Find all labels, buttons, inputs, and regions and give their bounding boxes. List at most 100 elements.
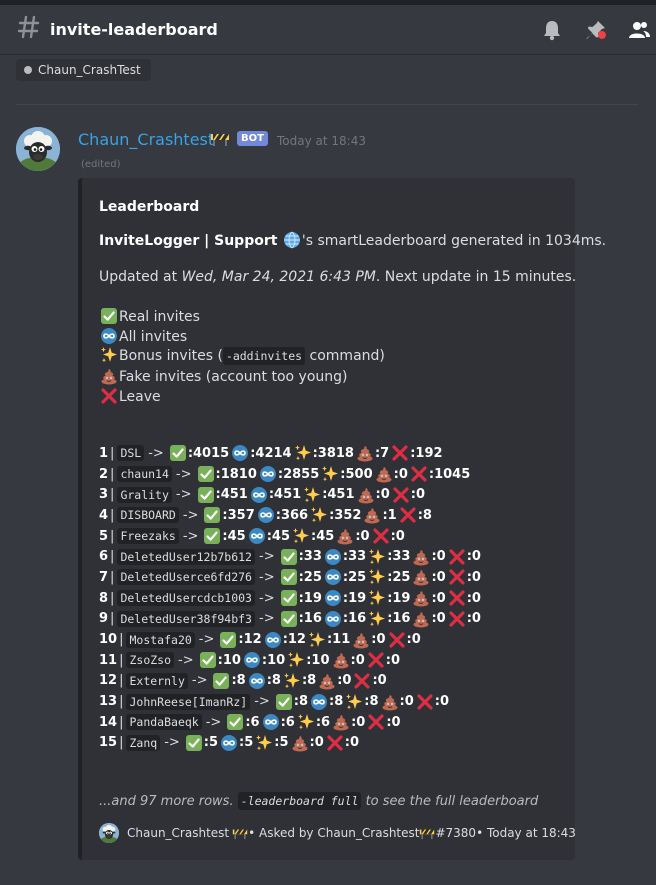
embed-title: Leaderboard xyxy=(99,199,200,215)
construction-barrier-icon xyxy=(232,827,248,840)
poop-icon xyxy=(375,465,393,483)
leaderboard-row: 12 | Externly ->:8:8:8:0:0 xyxy=(99,671,482,692)
row-real-count: :12 xyxy=(238,632,262,648)
infinity-icon xyxy=(310,693,328,711)
row-leave-count: :0 xyxy=(406,632,421,648)
row-separator: | xyxy=(110,507,115,523)
row-leave-count: :0 xyxy=(434,694,450,710)
check-mark-icon xyxy=(203,527,221,545)
row-rank: 1 xyxy=(99,445,109,461)
row-separator: | xyxy=(119,694,124,710)
row-separator: | xyxy=(119,652,124,668)
row-rank: 8 xyxy=(99,590,109,606)
sparkles-icon xyxy=(100,346,118,364)
row-arrow: -> xyxy=(175,487,192,503)
row-rank: 4 xyxy=(99,507,109,523)
row-all-count: :8 xyxy=(329,694,344,710)
pinned-messages-icon[interactable] xyxy=(585,19,607,41)
row-username: JohnReese[ImanRz] xyxy=(126,693,251,710)
row-fake-count: :1 xyxy=(382,507,397,523)
cross-mark-icon xyxy=(367,651,385,669)
row-fake-count: :0 xyxy=(375,487,390,503)
row-rank: 11 xyxy=(99,652,118,668)
row-leave-count: :192 xyxy=(410,445,443,461)
row-rank: 3 xyxy=(99,487,109,503)
infinity-icon xyxy=(257,506,275,524)
message-timestamp[interactable]: Today at 18:43 xyxy=(277,134,366,148)
row-bonus-count: :45 xyxy=(311,528,335,544)
leaderboard-row: 10 | Mostafa20 ->:12:12:11:0:0 xyxy=(99,629,482,650)
leaderboard-embed: Leaderboard InviteLogger | Support 's sm… xyxy=(78,178,606,860)
updated-suffix: . Next update in 15 minutes. xyxy=(375,269,577,285)
channel-header: invite-leaderboard xyxy=(0,5,656,55)
row-bonus-count: :500 xyxy=(340,466,373,482)
infinity-icon xyxy=(248,672,266,690)
row-fake-count: :0 xyxy=(431,549,446,565)
cross-mark-icon xyxy=(372,527,390,545)
row-real-count: :8 xyxy=(231,673,246,689)
row-username: ZsoZso xyxy=(126,652,175,669)
row-fake-count: :0 xyxy=(337,673,352,689)
leaderboard-row: 13 | JohnReese[ImanRz] ->:8:8:8:0:0 xyxy=(99,691,482,712)
row-all-count: :45 xyxy=(266,528,291,544)
updated-prefix: Updated at xyxy=(99,269,182,285)
author-username[interactable]: Chaun_Crashtest xyxy=(78,130,214,149)
row-all-count: :19 xyxy=(342,590,367,606)
row-username: Grality xyxy=(117,486,172,503)
row-separator: | xyxy=(110,466,115,482)
row-leave-count: :0 xyxy=(466,549,481,565)
row-leave-count: :0 xyxy=(466,611,481,627)
row-leave-count: :0 xyxy=(385,652,401,668)
cross-mark-icon xyxy=(448,589,466,607)
row-bonus-count: :19 xyxy=(387,590,411,606)
cross-mark-icon xyxy=(326,734,344,752)
legend-real-label: Real invites xyxy=(119,309,200,325)
check-mark-icon xyxy=(100,307,118,325)
embed-generated-line: InviteLogger | Support 's smartLeaderboa… xyxy=(99,231,606,249)
legend-real: Real invites xyxy=(99,307,200,325)
cross-mark-icon xyxy=(367,713,385,731)
row-rank: 15 xyxy=(99,735,118,751)
row-fake-count: :0 xyxy=(431,611,446,627)
leaderboard-full-command: -leaderboard full xyxy=(237,792,362,810)
row-arrow: -> xyxy=(259,569,275,585)
infinity-icon xyxy=(264,631,282,649)
cross-mark-icon xyxy=(100,387,118,405)
status-dot xyxy=(24,66,32,74)
poop-icon xyxy=(332,651,350,669)
row-separator: | xyxy=(110,569,115,585)
leaderboard-row: 7 | DeletedUserce6fd276 ->:25:25:25:0:0 xyxy=(99,567,482,588)
embed-footer: Chaun_Crashtest • Asked by Chaun_Crashte… xyxy=(99,823,576,843)
row-username: Zanq xyxy=(126,734,161,751)
row-arrow: -> xyxy=(205,714,222,730)
row-arrow: -> xyxy=(175,466,192,482)
row-arrow: -> xyxy=(191,673,208,689)
author-avatar[interactable] xyxy=(16,127,60,171)
user-pill[interactable]: Chaun_CrashTest xyxy=(16,59,151,81)
notification-bell-icon[interactable] xyxy=(541,19,563,41)
row-fake-count: :0 xyxy=(431,569,446,585)
sparkles-icon xyxy=(368,568,386,586)
footer-asked-by: • Asked by Chaun_Crashtest xyxy=(248,826,420,840)
row-bonus-count: :451 xyxy=(322,487,355,503)
check-mark-icon xyxy=(280,589,298,607)
row-all-count: :12 xyxy=(282,632,306,648)
construction-barrier-icon xyxy=(419,827,435,840)
row-arrow: -> xyxy=(182,507,199,523)
member-list-icon[interactable] xyxy=(628,19,650,41)
row-rank: 7 xyxy=(99,569,109,585)
row-separator: | xyxy=(110,528,115,544)
row-arrow: -> xyxy=(259,549,275,565)
check-mark-icon xyxy=(219,631,237,649)
infinity-icon xyxy=(324,610,342,628)
check-mark-icon xyxy=(197,465,215,483)
sheep-avatar-image xyxy=(16,127,60,171)
row-real-count: :1810 xyxy=(215,466,257,482)
legend-fake-label: Fake invites (account too young) xyxy=(119,369,348,385)
infinity-icon xyxy=(100,327,118,345)
row-username: PandaBaeqk xyxy=(126,714,202,731)
leaderboard-row: 9 | DeletedUser38f94bf3 ->:16:16:16:0:0 xyxy=(99,609,482,630)
row-fake-count: :0 xyxy=(431,590,446,606)
check-mark-icon xyxy=(197,486,215,504)
row-fake-count: :0 xyxy=(309,735,324,751)
